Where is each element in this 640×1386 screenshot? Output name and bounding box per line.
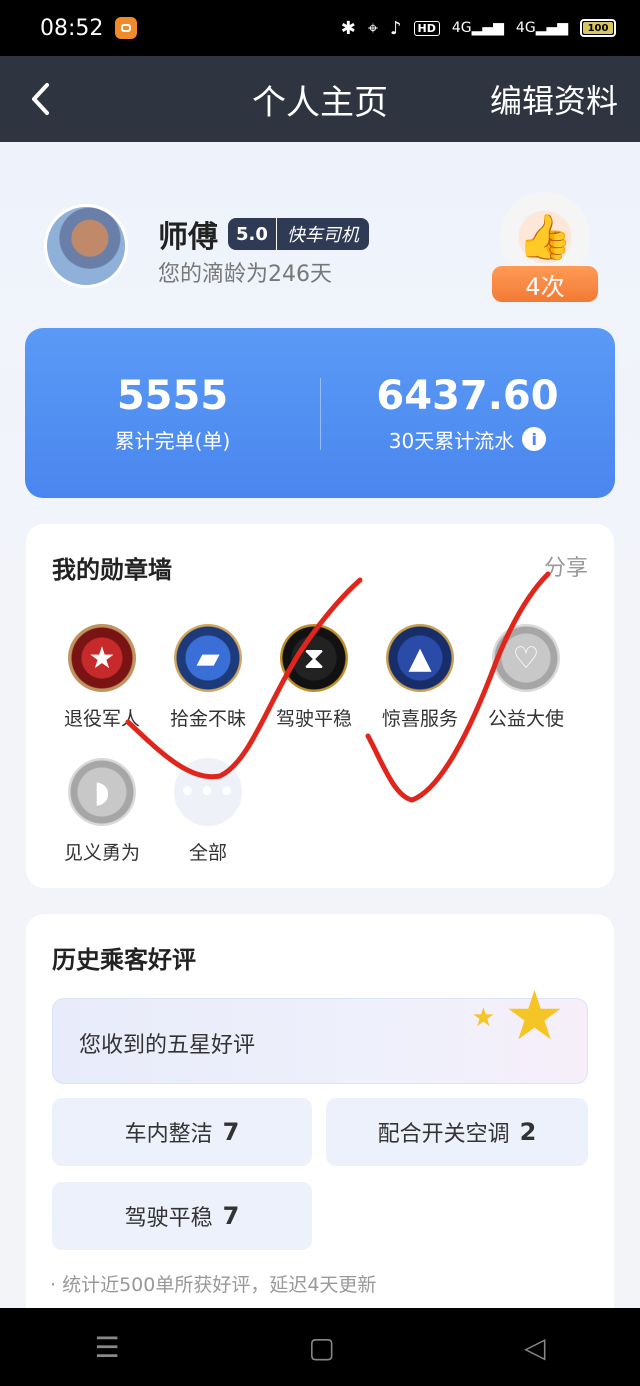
total-orders-value: 5555 xyxy=(116,372,229,419)
wallet-medal-icon: ▰ xyxy=(174,624,242,692)
recent-apps-button[interactable]: ☰ xyxy=(94,1331,119,1364)
chevron-left-icon xyxy=(32,83,49,115)
rating-badge: 5.0 快车司机 xyxy=(228,218,369,250)
medal-label: 公益大使 xyxy=(487,708,564,730)
microphone-icon: ♪ xyxy=(390,17,402,39)
back-button[interactable] xyxy=(0,81,80,117)
small-star-icon: ★ xyxy=(471,1003,495,1033)
more-icon: ••• xyxy=(174,758,242,826)
system-nav-bar: ☰ ▢ ◁ xyxy=(0,1308,640,1386)
signal-icon-1: 4G▂▄▆ xyxy=(451,20,504,36)
signal-icon-2: 4G▂▄▆ xyxy=(515,20,568,36)
thumbs-up-widget[interactable]: 👍 4次 xyxy=(492,192,602,308)
five-star-label: 您收到的五星好评 xyxy=(79,1033,256,1058)
clock: 08:52 xyxy=(40,15,104,41)
medal-label: 驾驶平稳 xyxy=(275,708,352,730)
service-age: 您的滴龄为246天 xyxy=(158,262,332,287)
review-tag-label: 配合开关空调 xyxy=(377,1122,510,1147)
stats-divider xyxy=(320,378,321,450)
profile-page: 师傅 5.0 快车司机 您的滴龄为246天 👍 4次 5555 累计完单(单) … xyxy=(0,142,640,1308)
review-tag-count: 7 xyxy=(222,1202,240,1230)
medal-label: 退役军人 xyxy=(63,708,140,730)
app-notification-icon xyxy=(115,17,138,39)
avatar[interactable] xyxy=(44,204,128,288)
medal-all-button[interactable]: ••• 全部 xyxy=(158,758,258,865)
review-tag-count: 2 xyxy=(519,1118,537,1146)
review-tag-count: 7 xyxy=(222,1118,240,1146)
driver-name: 师傅 xyxy=(158,220,218,255)
medal-wall-title: 我的勋章墙 xyxy=(52,556,172,584)
review-tag-label: 车内整洁 xyxy=(124,1122,213,1147)
star-medal-icon: ★ xyxy=(68,624,136,692)
medal-surprise-service[interactable]: ▲ 惊喜服务 xyxy=(370,624,470,731)
info-icon[interactable]: i xyxy=(522,427,547,451)
flow-label: 30天累计流水 i xyxy=(389,425,547,454)
hourglass-medal-icon: ⧗ xyxy=(280,624,348,692)
medal-brave[interactable]: ◗ 见义勇为 xyxy=(52,758,152,865)
heart-medal-icon: ♡ xyxy=(492,624,560,692)
medal-charity[interactable]: ♡ 公益大使 xyxy=(476,624,576,731)
total-orders-stat: 5555 累计完单(单) xyxy=(25,328,320,498)
medal-wall-card: 我的勋章墙 分享 ★ 退役军人 ▰ 拾金不昧 ⧗ 驾驶平稳 ▲ 惊喜服务 ♡ 公… xyxy=(26,524,614,888)
medal-veteran[interactable]: ★ 退役军人 xyxy=(52,624,152,731)
medal-label: 全部 xyxy=(188,842,227,864)
medal-label: 拾金不昧 xyxy=(169,708,246,730)
driver-type: 快车司机 xyxy=(286,225,359,246)
rating-score: 5.0 xyxy=(228,218,277,250)
reviews-title: 历史乘客好评 xyxy=(52,946,196,974)
battery-icon: 100 xyxy=(580,19,616,37)
location-icon: ⌖ xyxy=(367,17,378,39)
system-back-button[interactable]: ◁ xyxy=(524,1331,546,1364)
review-tag: 车内整洁 7 xyxy=(52,1098,312,1166)
total-orders-label: 累计完单(单) xyxy=(114,428,231,453)
big-star-icon: ★ xyxy=(504,977,565,1056)
flow-value: 6437.60 xyxy=(376,372,559,419)
flow-stat: 6437.60 30天累计流水 i xyxy=(320,328,615,498)
hd-icon: HD xyxy=(413,20,440,36)
profile-header: 师傅 5.0 快车司机 您的滴龄为246天 👍 4次 xyxy=(44,192,604,314)
passenger-reviews-card: 历史乘客好评 您收到的五星好评 ★ ★ 车内整洁 7 配合开关空调 2 驾驶平稳… xyxy=(26,914,614,1308)
bluetooth-icon: ✱ xyxy=(340,17,356,39)
medal-honest[interactable]: ▰ 拾金不昧 xyxy=(158,624,258,731)
status-bar: 08:52 ✱ ⌖ ♪ HD 4G▂▄▆ 4G▂▄▆ 100 xyxy=(0,0,640,56)
share-button[interactable]: 分享 xyxy=(544,550,588,582)
medal-label: 见义勇为 xyxy=(63,842,140,864)
medal-label: 惊喜服务 xyxy=(381,708,458,730)
edit-profile-button[interactable]: 编辑资料 xyxy=(490,76,618,122)
review-tag: 配合开关空调 2 xyxy=(326,1098,588,1166)
five-star-banner[interactable]: 您收到的五星好评 ★ ★ xyxy=(52,977,588,1084)
thumbs-up-count: 4次 xyxy=(492,266,598,302)
status-icons: ✱ ⌖ ♪ HD 4G▂▄▆ 4G▂▄▆ 100 xyxy=(341,18,616,39)
reviews-footnote: · 统计近500单所获好评，延迟4天更新 xyxy=(50,1274,377,1296)
top-nav-bar: 个人主页 编辑资料 xyxy=(0,56,640,142)
name-row: 师傅 5.0 快车司机 xyxy=(158,212,369,256)
review-tag: 驾驶平稳 7 xyxy=(52,1182,312,1250)
medal-smooth-driving[interactable]: ⧗ 驾驶平稳 xyxy=(264,624,364,731)
review-tag-label: 驾驶平稳 xyxy=(124,1206,213,1231)
thumbs-up-medal-icon: ▲ xyxy=(386,624,454,692)
home-button[interactable]: ▢ xyxy=(309,1331,335,1364)
stats-card: 5555 累计完单(单) 6437.60 30天累计流水 i xyxy=(25,328,615,498)
arm-medal-icon: ◗ xyxy=(68,758,136,826)
